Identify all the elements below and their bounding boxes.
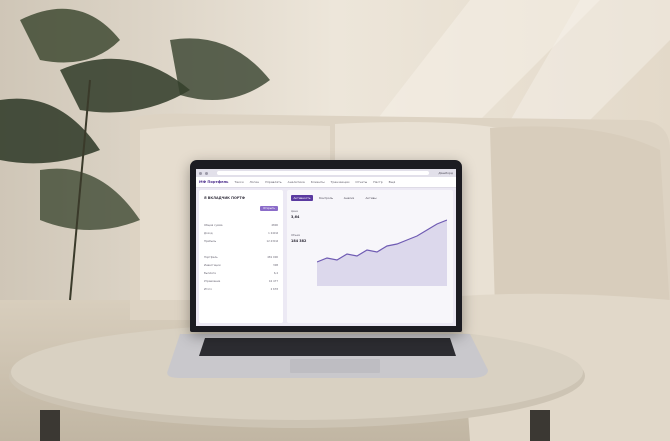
nav-item[interactable]: Аналитика <box>288 180 305 184</box>
tab-title: Дашборд <box>438 171 453 175</box>
nav-item[interactable]: Настр <box>373 180 382 184</box>
tab-analysis[interactable]: Анализ <box>339 195 359 201</box>
photo-scene: Дашборд МФ Портфель Такси Логин Управлят… <box>0 0 670 441</box>
sofa-cushion-far <box>490 126 670 310</box>
nav-item[interactable]: Управлять <box>265 180 282 184</box>
stat-label: Портфель <box>204 256 218 259</box>
metric-label: Объем <box>291 234 301 237</box>
stat-row: Доход 1 249 ₽ <box>204 232 278 237</box>
metric-value: 3,64 <box>291 215 300 219</box>
address-bar[interactable] <box>217 171 430 175</box>
keyboard <box>199 338 456 356</box>
stat-value: 4800 <box>271 224 278 227</box>
stat-label: Общая сумма <box>204 224 223 227</box>
browser-toolbar: Дашборд <box>196 169 456 177</box>
nav-item[interactable]: Отчеты <box>355 180 367 184</box>
stat-label: Прибыль <box>204 240 217 243</box>
panel-title: Я ВКЛАДЧИК ПОРТФ <box>204 196 246 200</box>
trackpad <box>290 359 380 373</box>
stat-row: Выплата 6,4 <box>204 272 278 277</box>
tab-activity[interactable]: Активность <box>291 195 313 201</box>
stat-value: 481 000 <box>267 256 278 259</box>
trend-chart <box>317 219 447 286</box>
nav-item[interactable]: Логин <box>250 180 260 184</box>
metric-value: 184 382 <box>291 239 307 243</box>
window-dot-icon <box>199 171 202 175</box>
stat-value: 6,4 <box>273 272 278 275</box>
tab-control[interactable]: Контроль <box>315 195 337 201</box>
stat-label: Итого <box>204 288 212 291</box>
stat-label: Управление <box>204 280 221 283</box>
stat-value: 1 249 ₽ <box>268 232 278 235</box>
left-panel: Я ВКЛАДЧИК ПОРТФ Открыть Общая сумма 4800… <box>199 190 283 323</box>
stat-value: 12 430 ₽ <box>266 240 278 243</box>
nav-item[interactable]: Клиенты <box>311 180 325 184</box>
nav-item[interactable]: Такси <box>234 180 243 184</box>
stat-row: Портфель 481 000 <box>204 256 278 261</box>
stat-row: Прибыль 12 430 ₽ <box>204 240 278 245</box>
table-leg <box>40 410 60 441</box>
stat-label: Инвестиции <box>204 264 221 267</box>
metric-label: Цена <box>291 210 298 213</box>
stat-value: 42 477 <box>268 280 278 283</box>
laptop-screen: Дашборд МФ Портфель Такси Логин Управлят… <box>190 160 462 332</box>
stat-label: Доход <box>204 232 213 235</box>
stat-row: Инвестиции 308 <box>204 264 278 269</box>
stat-label: Выплата <box>204 272 216 275</box>
nav-item[interactable]: Транзакции <box>331 180 350 184</box>
window-dot-icon <box>205 171 208 175</box>
stat-row: Итого 2 678 <box>204 288 278 293</box>
stat-row: Управление 42 477 <box>204 280 278 285</box>
nav-item[interactable]: Ещё <box>389 180 396 184</box>
tab-assets[interactable]: Активы <box>361 195 381 201</box>
laptop-display: Дашборд МФ Портфель Такси Логин Управлят… <box>196 169 456 326</box>
stat-value: 308 <box>273 264 278 267</box>
app-header: МФ Портфель Такси Логин Управлять Аналит… <box>196 177 456 188</box>
stat-value: 2 678 <box>270 288 278 291</box>
app-brand: МФ Портфель <box>199 180 229 184</box>
open-button[interactable]: Открыть <box>260 206 278 211</box>
stat-row: Общая сумма 4800 <box>204 224 278 229</box>
right-panel: Активность Контроль Анализ Активы Цена 3… <box>287 190 453 323</box>
